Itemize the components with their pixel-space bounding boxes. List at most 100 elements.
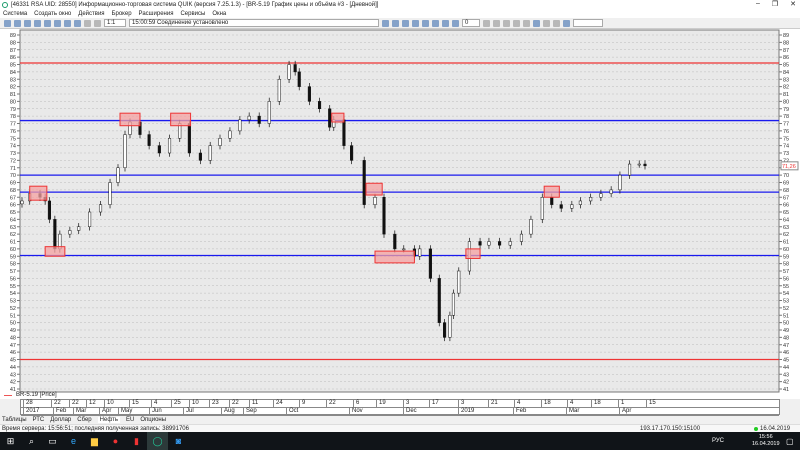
clock-date: 16.04.2019 bbox=[752, 441, 780, 447]
order-icon[interactable] bbox=[432, 19, 439, 27]
table-icon[interactable] bbox=[44, 19, 51, 27]
order-icon[interactable] bbox=[442, 19, 449, 27]
tab-dollar[interactable]: Доллар bbox=[50, 417, 71, 423]
menu-item-broker[interactable]: Брокер bbox=[112, 11, 132, 17]
y-tick-label-right: 68 bbox=[783, 188, 789, 194]
chart-icon[interactable] bbox=[452, 19, 459, 27]
y-tick-label-left: 47 bbox=[10, 343, 16, 349]
x-tick-label: 18 bbox=[591, 400, 601, 408]
candle-body bbox=[293, 64, 297, 73]
candle-body bbox=[116, 167, 120, 183]
move-icon[interactable] bbox=[493, 19, 500, 27]
y-tick-label-left: 45 bbox=[10, 358, 16, 364]
menu-item-extensions[interactable]: Расширения bbox=[139, 11, 174, 17]
y-tick-label-right: 86 bbox=[783, 55, 789, 61]
pin-icon[interactable] bbox=[84, 19, 91, 27]
server-address: 193.17.170.150:15100 bbox=[640, 425, 701, 432]
input-language[interactable]: РУС bbox=[712, 438, 724, 444]
tab-rts[interactable]: РТС bbox=[33, 417, 45, 423]
menu-item-create-window[interactable]: Создать окно bbox=[34, 11, 71, 17]
y-tick-label-right: 48 bbox=[783, 335, 789, 341]
y-tick-label-right: 74 bbox=[783, 144, 789, 150]
yandex-browser-icon[interactable]: ● bbox=[105, 432, 126, 450]
x-tick-label: 15 bbox=[646, 400, 656, 408]
y-tick-label-left: 81 bbox=[10, 92, 16, 98]
tab-sber[interactable]: Сбер bbox=[77, 417, 91, 423]
connection-status: Соединение установлено bbox=[157, 20, 229, 26]
candle-body bbox=[267, 101, 271, 124]
y-tick-label-left: 87 bbox=[10, 48, 16, 54]
workspace-tabs: Таблицы РТС Доллар Сбер Нефть EU Опционы bbox=[0, 416, 800, 424]
tab-tables[interactable]: Таблицы bbox=[2, 417, 27, 423]
y-tick-label-left: 72 bbox=[10, 158, 16, 164]
plot-area bbox=[19, 29, 780, 393]
order-icon[interactable] bbox=[412, 19, 419, 27]
restore-button[interactable]: ❐ bbox=[772, 0, 778, 8]
y-tick-label-right: 60 bbox=[783, 247, 789, 253]
hand-icon[interactable] bbox=[533, 19, 540, 27]
crosshair-icon[interactable] bbox=[483, 19, 490, 27]
file-explorer-icon[interactable]: ▆ bbox=[84, 432, 105, 450]
y-tick-label-right: 46 bbox=[783, 350, 789, 356]
candle-body bbox=[609, 189, 613, 194]
pencil-icon[interactable] bbox=[523, 19, 530, 27]
app-icon[interactable]: ◙ bbox=[168, 432, 189, 450]
x-tick-label: 4 bbox=[151, 400, 157, 408]
task-view-icon[interactable]: ▭ bbox=[42, 432, 63, 450]
x-tick-label: 25 bbox=[171, 400, 181, 408]
crop-icon[interactable] bbox=[553, 19, 560, 27]
candle-body bbox=[218, 138, 222, 146]
table-icon[interactable] bbox=[64, 19, 71, 27]
search-icon[interactable]: ⌕ bbox=[21, 432, 42, 450]
minimize-button[interactable]: – bbox=[756, 0, 760, 8]
search-icon[interactable] bbox=[563, 19, 570, 27]
connection-status-combo[interactable]: 15:00:59 Соединение установлено bbox=[129, 19, 379, 27]
candle-body bbox=[47, 200, 51, 220]
y-tick-label-left: 60 bbox=[10, 247, 16, 253]
candle-body bbox=[307, 86, 311, 102]
quik-taskbar-icon[interactable]: ◯ bbox=[147, 432, 168, 450]
x-tick-label: 22 bbox=[229, 400, 239, 408]
tab-oil[interactable]: Нефть bbox=[97, 417, 121, 423]
close-button[interactable]: ✕ bbox=[790, 0, 796, 8]
candle-body bbox=[257, 115, 261, 124]
order-icon[interactable] bbox=[422, 19, 429, 27]
ie-browser-icon[interactable]: e bbox=[63, 432, 84, 450]
notifications-icon[interactable]: ▢ bbox=[786, 437, 794, 446]
search-input[interactable] bbox=[573, 19, 603, 27]
windows-start-icon[interactable]: ⊞ bbox=[0, 432, 21, 450]
yandex-icon[interactable]: ▮ bbox=[126, 432, 147, 450]
y-tick-label-left: 84 bbox=[10, 70, 16, 76]
price-chart[interactable]: 4141424243434444454546464747484849495050… bbox=[0, 29, 800, 399]
refresh-icon[interactable] bbox=[24, 19, 31, 27]
order-icon[interactable] bbox=[382, 19, 389, 27]
order-icon[interactable] bbox=[392, 19, 399, 27]
hand-icon[interactable] bbox=[543, 19, 550, 27]
table-icon[interactable] bbox=[54, 19, 61, 27]
tab-eu[interactable]: EU bbox=[126, 417, 134, 423]
candle-body bbox=[208, 145, 212, 161]
text-icon[interactable] bbox=[94, 19, 101, 27]
y-tick-label-right: 66 bbox=[783, 203, 789, 209]
zoom-icon[interactable] bbox=[74, 19, 81, 27]
time-axis[interactable]: 28 22 22 12 10 15 4 25 10 23 22 11 24 9 22 6 19 3 17 3 21 4 18… bbox=[20, 399, 780, 416]
zoom-in-icon[interactable] bbox=[503, 19, 510, 27]
menu-item-system[interactable]: Система bbox=[3, 11, 27, 17]
y-tick-label-right: 56 bbox=[783, 276, 789, 282]
zoom-out-icon[interactable] bbox=[513, 19, 520, 27]
candle-body bbox=[628, 163, 632, 176]
tab-options[interactable]: Опционы bbox=[140, 417, 166, 423]
menu-item-windows[interactable]: Окна bbox=[212, 11, 226, 17]
indicator-combo[interactable]: 0 bbox=[462, 19, 480, 27]
connect-icon[interactable] bbox=[14, 19, 21, 27]
arrow-icon[interactable] bbox=[4, 19, 11, 27]
menu-item-actions[interactable]: Действия bbox=[78, 11, 104, 17]
candle-body bbox=[382, 197, 386, 235]
taskbar-clock[interactable]: 15:56 16.04.2019 bbox=[752, 434, 780, 448]
legend-swatch bbox=[4, 394, 12, 396]
ratio-field[interactable]: 1:1 bbox=[104, 19, 126, 27]
x-tick-label: 15 bbox=[129, 400, 139, 408]
order-icon[interactable] bbox=[402, 19, 409, 27]
table-icon[interactable] bbox=[34, 19, 41, 27]
menu-item-services[interactable]: Сервисы bbox=[180, 11, 205, 17]
